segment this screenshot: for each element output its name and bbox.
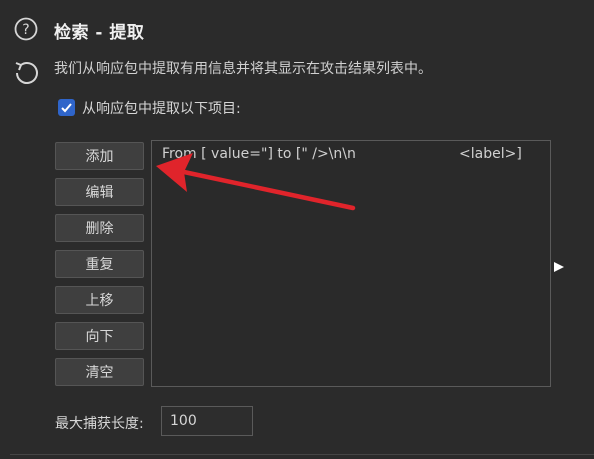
extract-items-list[interactable]: From [ value="] to [" />\n\n <label>] bbox=[151, 140, 551, 387]
duplicate-button[interactable]: 重复 bbox=[55, 250, 144, 278]
max-capture-label: 最大捕获长度: bbox=[55, 416, 144, 432]
edit-button[interactable]: 编辑 bbox=[55, 178, 144, 206]
page-description: 我们从响应包中提取有用信息并将其显示在攻击结果列表中。 bbox=[54, 61, 432, 77]
extract-checkbox-label: 从响应包中提取以下项目: bbox=[82, 101, 241, 117]
move-up-button[interactable]: 上移 bbox=[55, 286, 144, 314]
move-down-button[interactable]: 向下 bbox=[55, 322, 144, 350]
list-item-label: <label>] bbox=[459, 146, 522, 162]
expand-arrow-icon[interactable] bbox=[553, 258, 565, 272]
divider bbox=[10, 454, 594, 455]
help-icon[interactable]: ? bbox=[14, 17, 38, 41]
svg-text:?: ? bbox=[22, 22, 29, 38]
clear-button[interactable]: 清空 bbox=[55, 358, 144, 386]
add-button[interactable]: 添加 bbox=[55, 142, 144, 170]
refresh-icon[interactable] bbox=[12, 58, 40, 86]
list-item-from: From [ value="] to [" />\n\n bbox=[162, 146, 356, 162]
remove-button[interactable]: 删除 bbox=[55, 214, 144, 242]
page-title: 检索 - 提取 bbox=[54, 23, 145, 43]
extract-checkbox[interactable] bbox=[58, 99, 75, 116]
max-capture-input[interactable] bbox=[161, 406, 253, 436]
list-item[interactable]: From [ value="] to [" />\n\n <label>] bbox=[162, 146, 542, 168]
checkmark-icon bbox=[61, 103, 72, 113]
